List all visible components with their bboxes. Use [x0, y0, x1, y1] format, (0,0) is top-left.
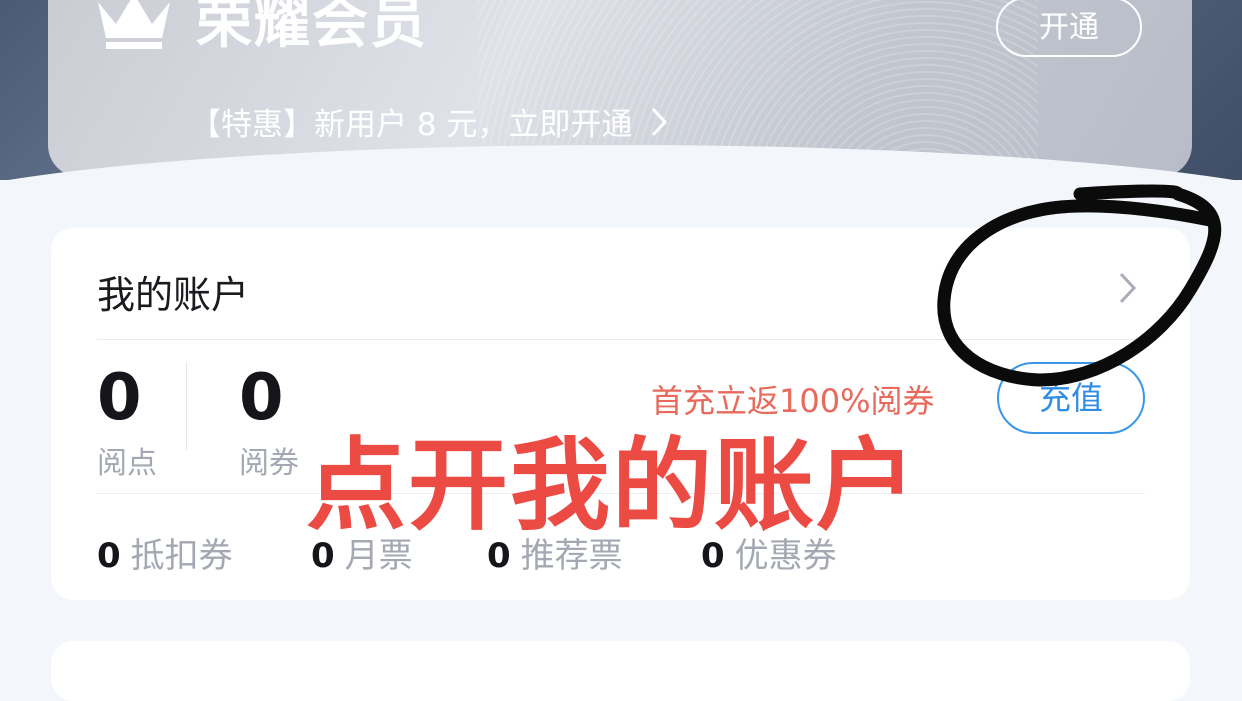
stat-label: 阅点 [97, 446, 157, 481]
stat-value: 0 [239, 361, 284, 435]
vip-promo-link[interactable]: 【特惠】新用户 8 元，立即开通 [190, 99, 668, 144]
stat-yuedian[interactable]: 0 阅点 [97, 362, 157, 482]
coupon-label: 抵扣券 [130, 536, 233, 576]
next-section-card [51, 641, 1190, 701]
chevron-right-icon [652, 107, 668, 136]
annotation-text: 点开我的账户 [306, 427, 918, 544]
stat-yuequan[interactable]: 0 阅券 [239, 362, 299, 482]
vip-promo-text: 【特惠】新用户 8 元，立即开通 [190, 107, 633, 143]
crown-icon [98, 0, 170, 49]
coupon-count: 0 [97, 536, 121, 576]
vip-title: 荣耀会员 [196, 0, 428, 56]
header-background: 荣耀会员 开通 【特惠】新用户 8 元，立即开通 [0, 0, 1242, 180]
coupon-item-dikou[interactable]: 0 抵扣券 [97, 528, 233, 577]
stat-separator [186, 362, 187, 450]
annotation-circle [937, 184, 1222, 387]
stat-label: 阅券 [239, 446, 299, 481]
stat-value: 0 [97, 361, 142, 435]
my-account-title[interactable]: 我的账户 [97, 264, 249, 319]
vip-open-button[interactable]: 开通 [996, 0, 1142, 57]
